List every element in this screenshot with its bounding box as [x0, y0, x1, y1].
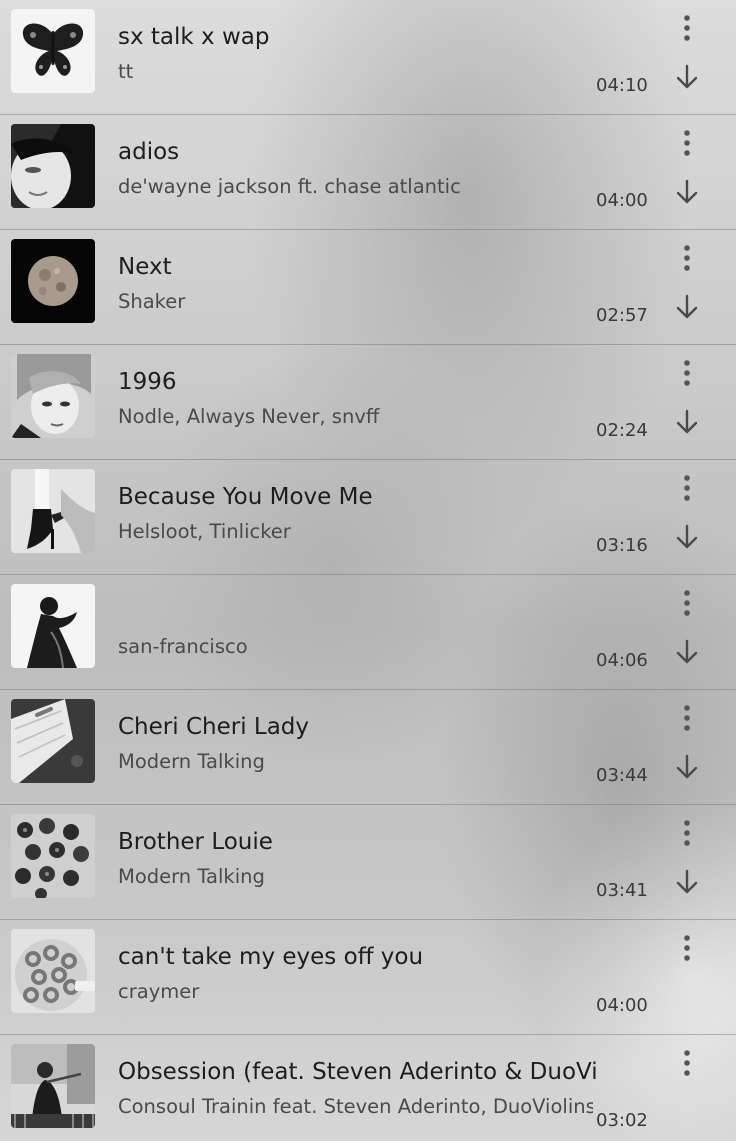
download-arrow-icon[interactable] — [672, 522, 702, 552]
track-artist: craymer — [118, 980, 200, 1003]
track-duration: 03:44 — [596, 765, 648, 786]
track-artist: tt — [118, 60, 134, 83]
track-duration: 02:57 — [596, 305, 648, 326]
track-row[interactable]: adios de'wayne jackson ft. chase atlanti… — [0, 115, 736, 230]
track-title: Brother Louie — [118, 829, 273, 855]
track-duration: 03:41 — [596, 880, 648, 901]
album-art-silhouette[interactable] — [11, 584, 95, 668]
download-arrow-icon[interactable] — [672, 177, 702, 207]
track-duration: 04:06 — [596, 650, 648, 671]
album-art-moon[interactable] — [11, 239, 95, 323]
track-row[interactable]: Cheri Cheri Lady Modern Talking 03:44 — [0, 690, 736, 805]
track-duration: 02:24 — [596, 420, 648, 441]
track-row[interactable]: 1996 Nodle, Always Never, snvff 02:24 — [0, 345, 736, 460]
more-vert-icon[interactable] — [672, 587, 702, 621]
album-art-butterfly[interactable] — [11, 9, 95, 93]
track-artist: de'wayne jackson ft. chase atlantic — [118, 175, 461, 198]
more-vert-icon[interactable] — [672, 12, 702, 46]
album-art-berries[interactable] — [11, 814, 95, 898]
track-row[interactable]: sx talk x wap tt 04:10 — [0, 0, 736, 115]
more-vert-icon[interactable] — [672, 932, 702, 966]
album-art-portrait-hair[interactable] — [11, 354, 95, 438]
track-row[interactable]: Brother Louie Modern Talking 03:41 — [0, 805, 736, 920]
more-vert-icon[interactable] — [672, 817, 702, 851]
more-vert-icon[interactable] — [672, 472, 702, 506]
track-artist: Consoul Trainin feat. Steven Aderinto, D… — [118, 1095, 593, 1118]
track-title: Because You Move Me — [118, 484, 373, 510]
track-artist: Modern Talking — [118, 865, 265, 888]
track-artist: Modern Talking — [118, 750, 265, 773]
album-art-cereal[interactable] — [11, 929, 95, 1013]
download-arrow-icon[interactable] — [672, 407, 702, 437]
track-duration: 03:02 — [596, 1110, 648, 1131]
track-title: adios — [118, 139, 180, 165]
track-title: sx talk x wap — [118, 24, 270, 50]
track-row[interactable]: Because You Move Me Helsloot, Tinlicker … — [0, 460, 736, 575]
track-artist: Nodle, Always Never, snvff — [118, 405, 380, 428]
track-title: 1996 — [118, 369, 177, 395]
more-vert-icon[interactable] — [672, 357, 702, 391]
track-title: Cheri Cheri Lady — [118, 714, 310, 740]
download-arrow-icon[interactable] — [672, 62, 702, 92]
download-arrow-icon[interactable] — [672, 292, 702, 322]
track-title: Next — [118, 254, 172, 280]
more-vert-icon[interactable] — [672, 127, 702, 161]
download-arrow-icon[interactable] — [672, 637, 702, 667]
more-vert-icon[interactable] — [672, 702, 702, 736]
album-art-book[interactable] — [11, 699, 95, 783]
track-row[interactable]: Next Shaker 02:57 — [0, 230, 736, 345]
track-duration: 04:00 — [596, 995, 648, 1016]
track-duration: 04:10 — [596, 75, 648, 96]
track-title: can't take my eyes off you — [118, 944, 424, 970]
track-title: Obsession (feat. Steven Aderinto & DuoVi… — [118, 1059, 598, 1085]
download-arrow-icon[interactable] — [672, 867, 702, 897]
track-duration: 03:16 — [596, 535, 648, 556]
more-vert-icon[interactable] — [672, 242, 702, 276]
album-art-portrait-face[interactable] — [11, 124, 95, 208]
track-row[interactable]: can't take my eyes off you craymer 04:00 — [0, 920, 736, 1035]
track-artist: Helsloot, Tinlicker — [118, 520, 291, 543]
track-row[interactable]: san-francisco 04:06 — [0, 575, 736, 690]
track-duration: 04:00 — [596, 190, 648, 211]
album-art-violinist[interactable] — [11, 1044, 95, 1128]
download-arrow-icon[interactable] — [672, 752, 702, 782]
track-artist: Shaker — [118, 290, 186, 313]
track-list: sx talk x wap tt 04:10 adios de'wayne ja… — [0, 0, 736, 1141]
album-art-heels[interactable] — [11, 469, 95, 553]
track-artist: san-francisco — [118, 635, 248, 658]
track-row[interactable]: Obsession (feat. Steven Aderinto & DuoVi… — [0, 1035, 736, 1141]
more-vert-icon[interactable] — [672, 1047, 702, 1081]
